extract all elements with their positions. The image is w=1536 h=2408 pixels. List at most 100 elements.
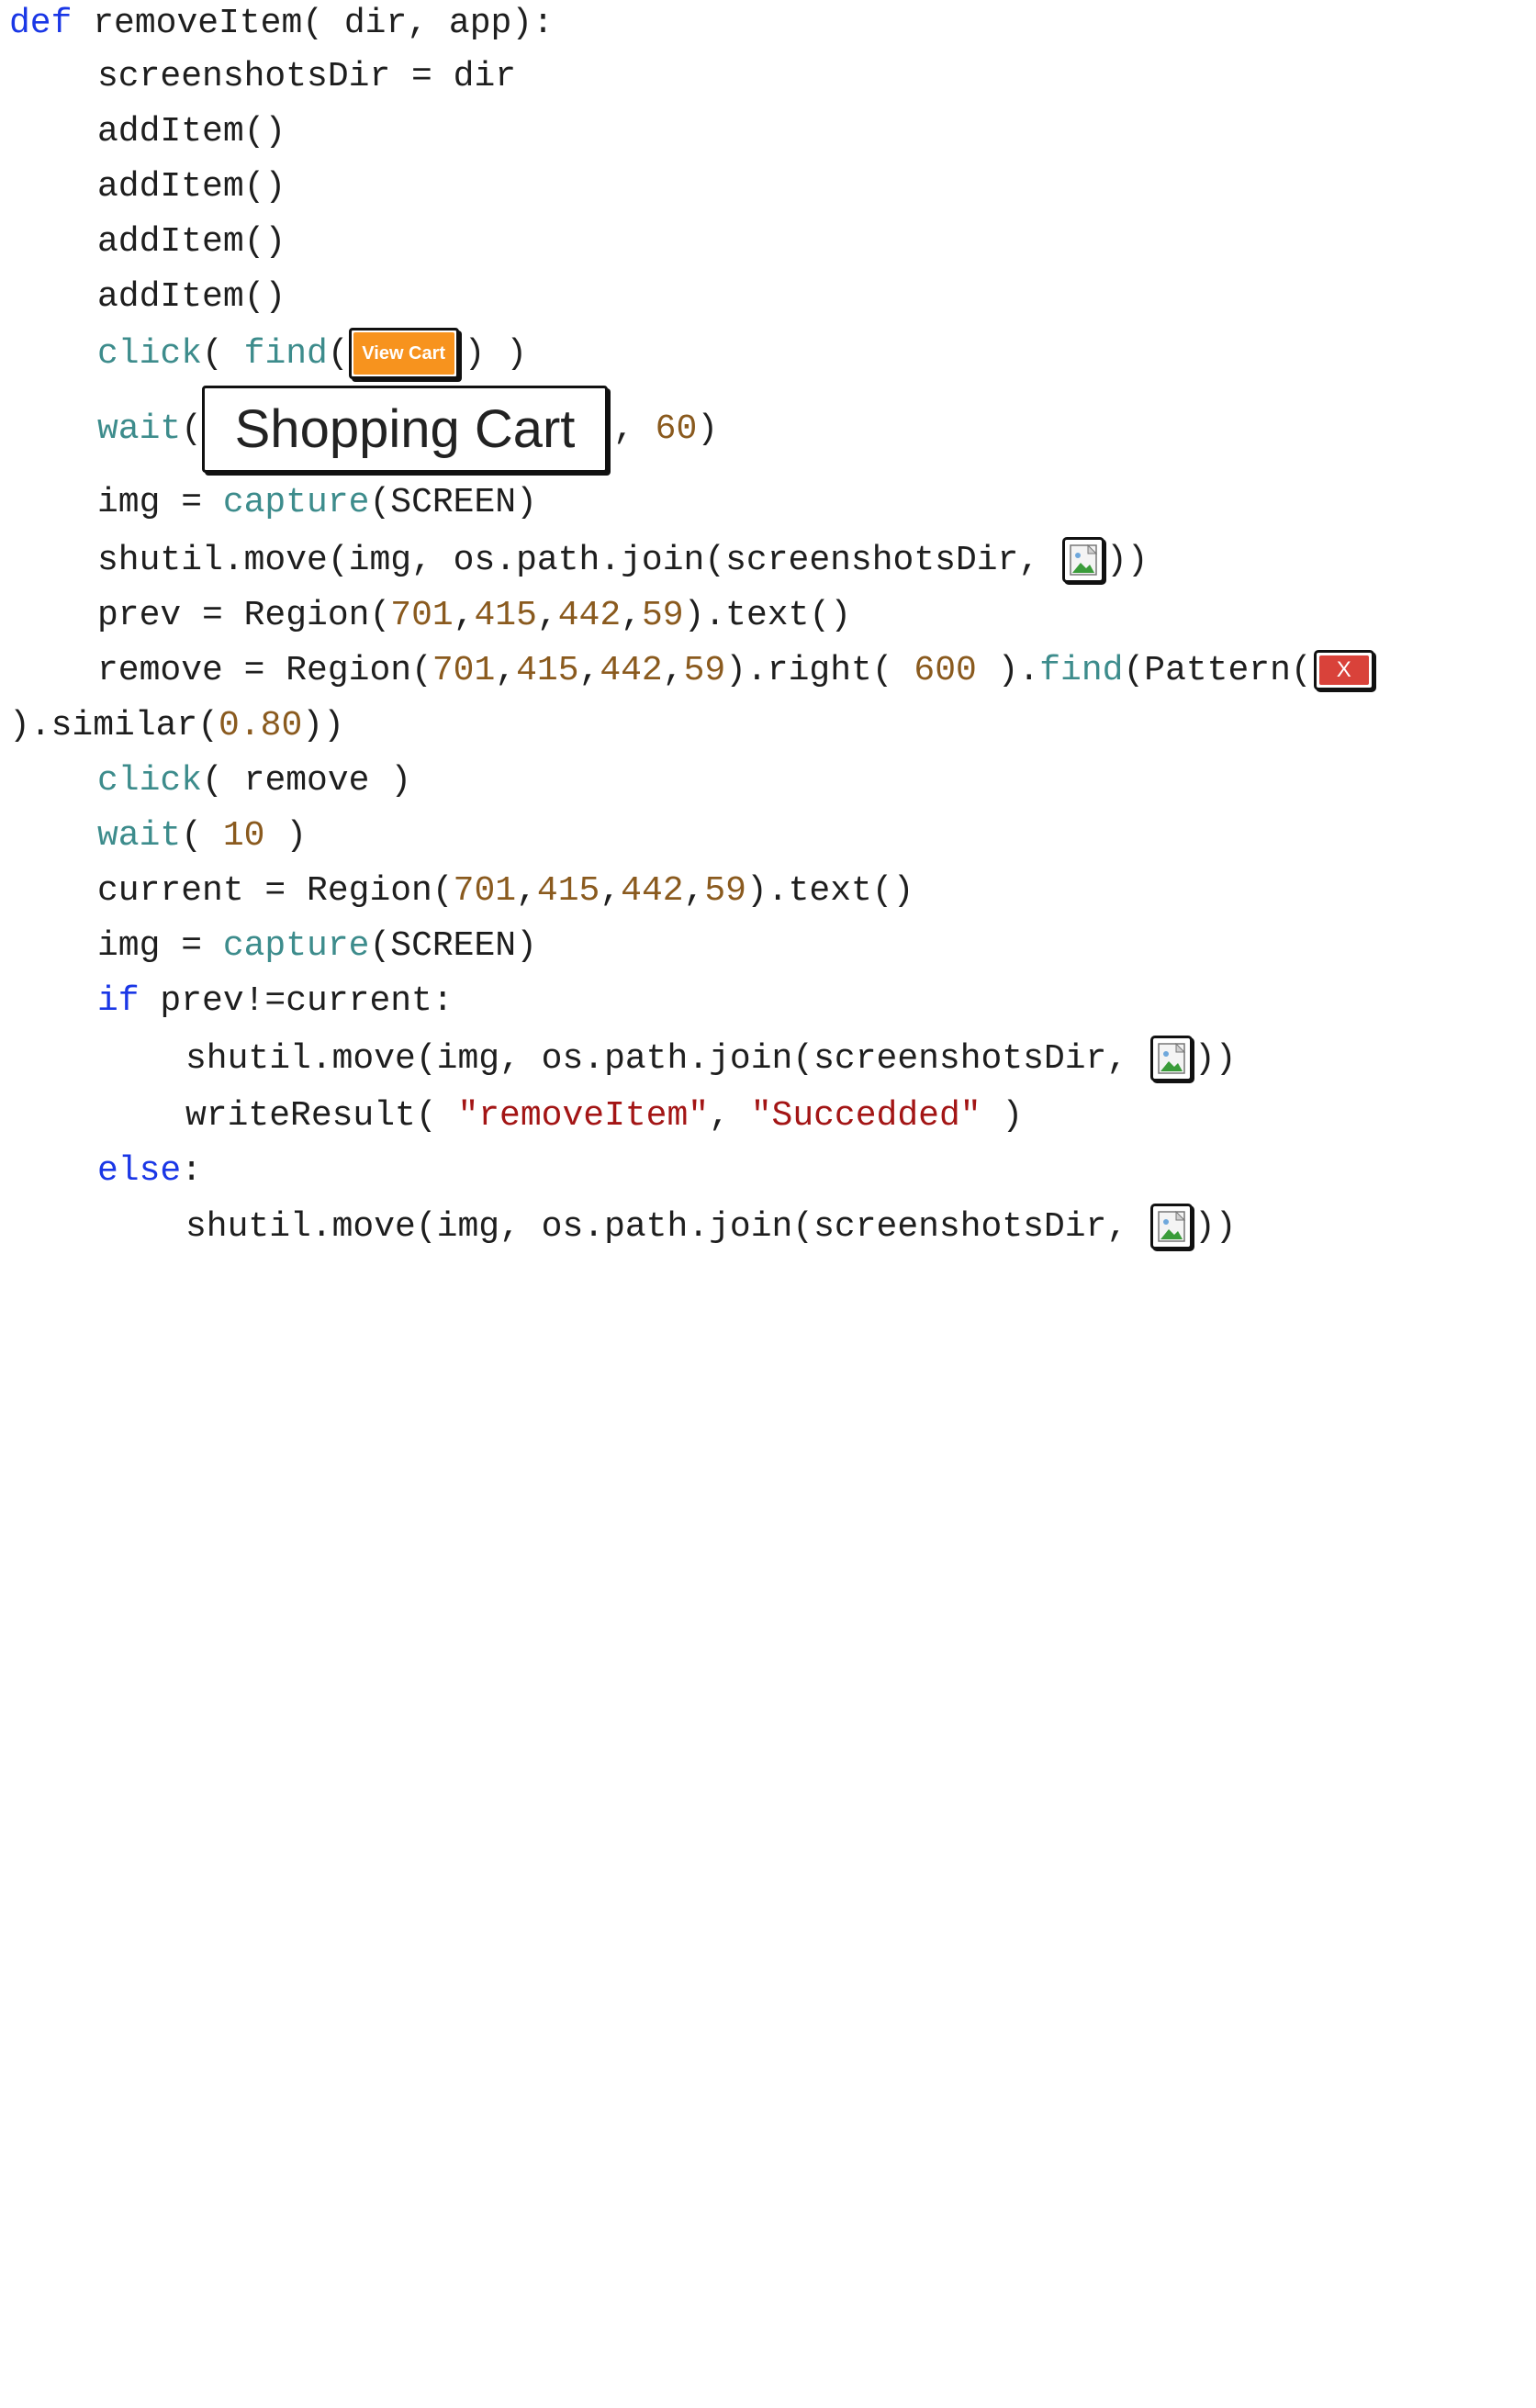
string-literal: "Succedded" [750,1095,981,1136]
number-literal: 600 [914,650,977,690]
code-text: remove = Region( [97,650,432,690]
function-click: click [97,333,203,374]
code-line-10: shutil.move(img, os.path.join(screenshot… [97,534,1149,586]
code-text: (SCREEN) [369,482,537,522]
code-line-2: screenshotsDir = dir [97,53,516,99]
code-text: ) [981,1095,1024,1136]
code-text: addItem() [97,221,286,262]
code-line-15: wait( 10 ) [97,812,307,858]
code-text: , [516,870,537,911]
code-text: prev = Region( [97,595,391,635]
code-line-12: remove = Region(701, 415, 442, 59).right( 6… [97,647,1376,693]
code-text: )) [1194,1038,1237,1079]
function-signature: removeItem( dir, app): [72,3,554,43]
code-text: : [181,1150,203,1191]
code-text: prev!=current: [139,980,454,1021]
number-literal: 415 [536,870,600,911]
view-cart-image-pattern[interactable]: View Cart [348,328,459,379]
code-line-21: else: [97,1148,202,1193]
code-text: , [613,409,656,449]
code-line-3: addItem() [97,108,286,154]
code-text: ) ) [464,333,528,374]
number-literal: 10 [222,815,265,856]
number-literal: 415 [474,595,537,635]
code-text: current = Region( [97,870,454,911]
string-literal: "removeItem" [457,1095,710,1136]
view-cart-label: View Cart [353,332,454,375]
number-literal: 0.80 [219,705,303,745]
code-text: (Pattern( [1123,650,1312,690]
code-text: addItem() [97,111,286,151]
remove-x-image-pattern[interactable]: X [1313,650,1374,690]
picture-icon[interactable] [1061,537,1104,583]
code-line-6: addItem() [97,274,286,319]
code-line-5: addItem() [97,218,286,264]
code-line-11: prev = Region(701, 415, 442, 59).text() [97,592,851,638]
number-literal: 59 [641,595,684,635]
code-text: ) [697,409,719,449]
picture-icon[interactable] [1149,1036,1193,1081]
number-literal: 701 [453,870,517,911]
code-line-16: current = Region(701, 415, 442, 59).text() [97,868,914,913]
code-text: , [621,595,642,635]
x-label: X [1318,655,1369,685]
code-text: , [662,650,684,690]
code-text: , [578,650,600,690]
code-text: addItem() [97,166,286,207]
code-text: (SCREEN) [369,925,537,966]
code-line-14: click( remove ) [97,757,411,803]
code-text: , [709,1095,751,1136]
code-line-4: addItem() [97,163,286,209]
code-text: , [683,870,705,911]
code-line-22: shutil.move(img, os.path.join(screenshot… [185,1201,1237,1252]
code-text: ( [202,333,244,374]
code-text: ( remove ) [202,760,412,801]
function-capture: capture [222,925,370,966]
number-literal: 415 [516,650,579,690]
code-text: img = [97,925,223,966]
function-click: click [97,760,203,801]
code-line-20: writeResult( "removeItem", "Succedded" ) [185,1092,1023,1138]
code-line-8: wait(Shopping Cart, 60) [97,386,718,473]
code-text: ).text() [683,595,852,635]
code-text: )) [1194,1206,1237,1247]
code-line-9: img = capture (SCREEN) [97,479,537,525]
code-text: ).right( [725,650,914,690]
code-text: ) [264,815,308,856]
code-line-17: img = capture (SCREEN) [97,923,537,969]
code-text: ).text() [746,870,914,911]
code-editor[interactable]: def removeItem( dir, app): screenshotsDi… [0,0,1536,1331]
function-capture: capture [222,482,370,522]
code-text: , [600,870,622,911]
code-text: , [453,595,475,635]
code-text: ( [181,815,223,856]
code-text: )) [1105,540,1149,580]
number-literal: 60 [655,409,698,449]
keyword-if: if [97,980,140,1021]
code-text: , [536,595,558,635]
code-text: img = [97,482,223,522]
function-find: find [243,333,328,374]
code-text: ).similar( [9,705,219,745]
code-text: screenshotsDir = dir [97,56,517,96]
code-text: ( [181,409,203,449]
code-line-13: ).similar(0.80)) [9,702,344,748]
code-text: shutil.move(img, os.path.join(screenshot… [97,540,1060,580]
code-line-1: def removeItem( dir, app): [9,0,554,46]
number-literal: 442 [557,595,622,635]
code-text: ). [976,650,1040,690]
function-wait: wait [97,815,182,856]
code-line-18: if prev!=current: [97,978,454,1024]
function-find: find [1039,650,1124,690]
number-literal: 442 [600,650,663,690]
shopping-cart-image-pattern[interactable]: Shopping Cart [202,386,609,473]
number-literal: 701 [432,650,496,690]
code-text: )) [302,705,344,745]
code-text: shutil.move(img, os.path.join(screenshot… [185,1206,1149,1247]
code-text: shutil.move(img, os.path.join(screenshot… [185,1038,1149,1079]
code-text: , [495,650,517,690]
number-literal: 442 [621,870,684,911]
picture-icon[interactable] [1149,1204,1193,1249]
code-text: ( [327,333,349,374]
code-line-7: click( find(View Cart) ) [97,326,527,381]
